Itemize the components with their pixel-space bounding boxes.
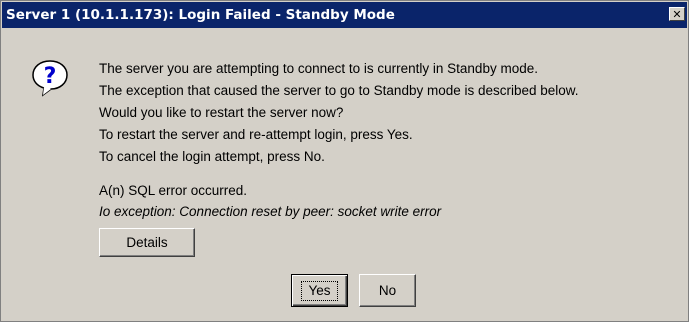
close-icon: ✕ [672,7,682,21]
message-line: The exception that caused the server to … [99,83,579,98]
error-detail: Io exception: Connection reset by peer: … [99,204,442,219]
yes-button-label: Yes [301,280,338,301]
message-line: The server you are attempting to connect… [99,61,538,76]
title-bar[interactable]: Server 1 (10.1.1.173): Login Failed - St… [2,2,687,28]
message-body: The server you are attempting to connect… [99,58,579,168]
error-title: A(n) SQL error occurred. [99,183,248,198]
login-failed-dialog: Server 1 (10.1.1.173): Login Failed - St… [0,0,689,322]
question-icon: ? [32,60,68,97]
message-line: To restart the server and re-attempt log… [99,127,413,142]
window-title: Server 1 (10.1.1.173): Login Failed - St… [6,7,395,23]
message-line: To cancel the login attempt, press No. [99,149,325,164]
question-glyph: ? [44,64,57,89]
details-button-label: Details [126,235,168,250]
no-button-label: No [378,283,397,298]
close-button[interactable]: ✕ [669,7,685,21]
message-line: Would you like to restart the server now… [99,105,344,120]
no-button[interactable]: No [359,274,416,307]
details-button[interactable]: Details [99,228,195,257]
yes-button[interactable]: Yes [291,274,348,307]
